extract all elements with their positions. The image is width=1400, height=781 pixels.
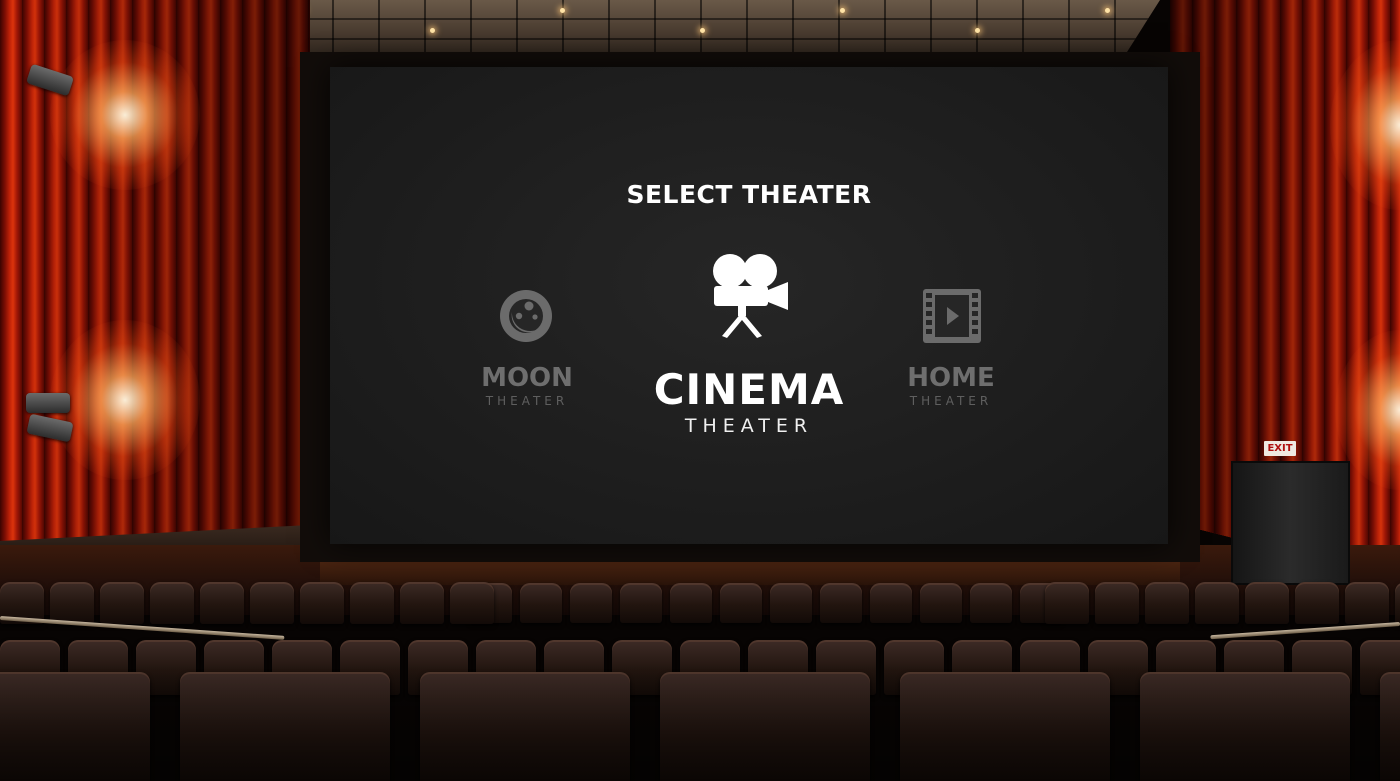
theater-seat bbox=[920, 583, 962, 623]
cinema-option-subtitle: THEATER bbox=[684, 415, 814, 437]
film-strip-icon[interactable] bbox=[923, 289, 981, 343]
theater-seat bbox=[1140, 672, 1350, 781]
cinema-theater-option[interactable]: CINEMA THEATER bbox=[624, 369, 874, 436]
exit-door bbox=[1231, 461, 1350, 585]
theater-seat bbox=[1195, 582, 1239, 624]
exit-sign: EXIT bbox=[1264, 441, 1296, 456]
theater-scene: SELECT THEATER MOON THEATER CINEMA THEAT… bbox=[0, 0, 1400, 781]
theater-seat bbox=[100, 582, 144, 624]
theater-seat bbox=[1245, 582, 1289, 624]
home-theater-option[interactable]: HOME THEATER bbox=[876, 365, 1026, 407]
theater-seat bbox=[620, 583, 662, 623]
theater-seat bbox=[770, 583, 812, 623]
moon-option-name: MOON bbox=[481, 363, 573, 393]
ceiling-light bbox=[700, 28, 705, 33]
moon-option-subtitle: THEATER bbox=[485, 394, 569, 408]
theater-seat bbox=[200, 582, 244, 624]
ceiling-light bbox=[975, 28, 980, 33]
theater-seat bbox=[1295, 582, 1339, 624]
theater-seat bbox=[180, 672, 390, 781]
theater-seat bbox=[1045, 582, 1089, 624]
theater-seat bbox=[660, 672, 870, 781]
theater-seat bbox=[450, 582, 494, 624]
theater-seat bbox=[1395, 582, 1400, 624]
spotlight-fixture bbox=[26, 393, 70, 413]
home-option-name: HOME bbox=[907, 363, 995, 393]
ceiling-light bbox=[840, 8, 845, 13]
cinema-option-name: CINEMA bbox=[653, 365, 845, 414]
movie-camera-icon[interactable] bbox=[708, 252, 792, 340]
theater-seat bbox=[970, 583, 1012, 623]
theater-seat bbox=[350, 582, 394, 624]
theater-seat bbox=[1380, 672, 1400, 781]
theater-seat bbox=[570, 583, 612, 623]
theater-seat bbox=[720, 583, 762, 623]
theater-seat bbox=[420, 672, 630, 781]
theater-seat bbox=[300, 582, 344, 624]
ceiling-light bbox=[430, 28, 435, 33]
theater-seat bbox=[670, 583, 712, 623]
theater-seat bbox=[900, 672, 1110, 781]
select-theater-title: SELECT THEATER bbox=[626, 180, 872, 209]
ceiling-light bbox=[560, 8, 565, 13]
theater-screen: SELECT THEATER MOON THEATER CINEMA THEAT… bbox=[330, 67, 1168, 544]
ceiling-light bbox=[1105, 8, 1110, 13]
wall-light-glow bbox=[50, 40, 200, 190]
theater-seat bbox=[820, 583, 862, 623]
moon-theater-option[interactable]: MOON THEATER bbox=[452, 365, 602, 407]
theater-seat bbox=[250, 582, 294, 624]
moon-icon[interactable] bbox=[498, 288, 554, 344]
theater-seat bbox=[1145, 582, 1189, 624]
theater-seat bbox=[50, 582, 94, 624]
theater-seat bbox=[1095, 582, 1139, 624]
theater-seat bbox=[150, 582, 194, 624]
theater-seat bbox=[1345, 582, 1389, 624]
home-option-subtitle: THEATER bbox=[909, 394, 993, 408]
theater-seat bbox=[0, 672, 150, 781]
wall-light-glow bbox=[50, 320, 200, 480]
handrail bbox=[1210, 622, 1400, 640]
theater-seat bbox=[870, 583, 912, 623]
theater-seat bbox=[400, 582, 444, 624]
theater-seat bbox=[520, 583, 562, 623]
